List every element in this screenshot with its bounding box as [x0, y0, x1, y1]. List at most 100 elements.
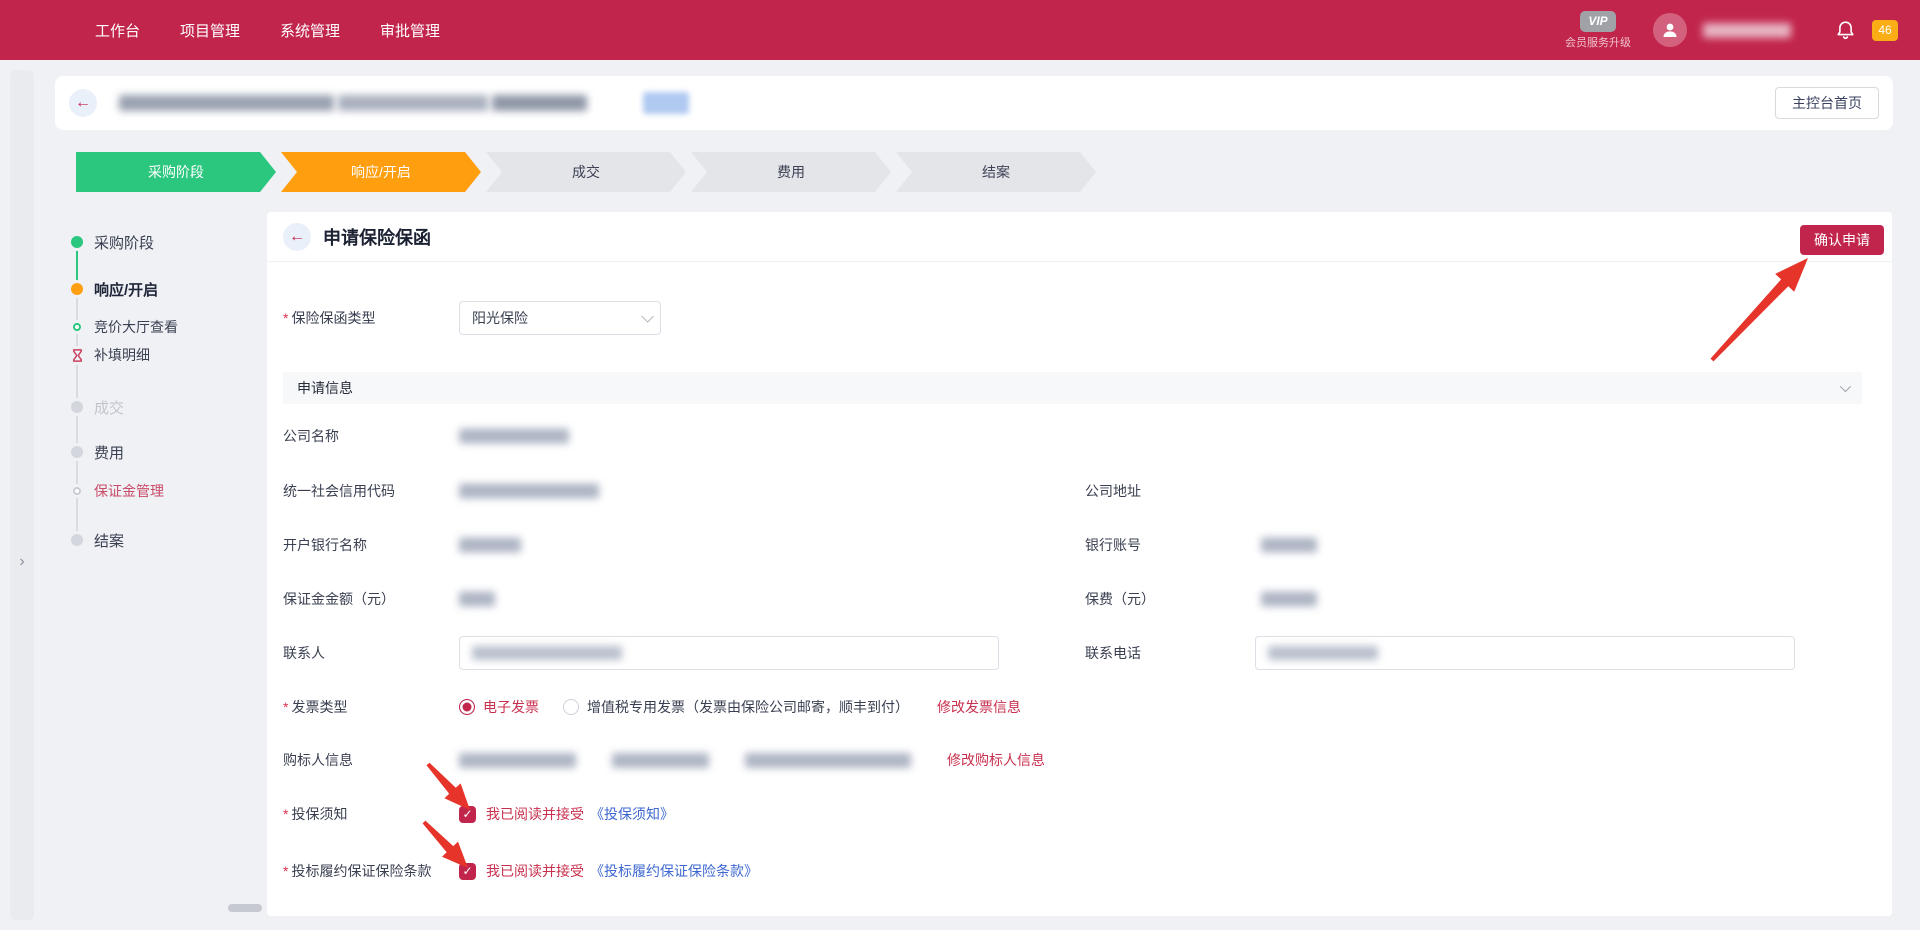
phase-step-bar: 采购阶段 响应/开启 成交 费用 结案 — [76, 152, 1101, 192]
insurance-type-label: *保险保函类型 — [283, 308, 375, 328]
insurance-notice-row: *投保须知 ✓ 我已阅读并接受 《投保须知》 — [283, 797, 1862, 831]
back-arrow-icon: ← — [75, 94, 91, 112]
sidebar-item-deposit-management[interactable]: 保证金管理 — [60, 480, 164, 502]
contact-phone-input[interactable] — [1255, 636, 1795, 670]
redacted-text-block — [119, 95, 334, 111]
hourglass-icon — [60, 348, 94, 363]
credit-code-row: 统一社会信用代码 公司地址 — [283, 474, 1862, 508]
menu-item-system-management[interactable]: 系统管理 — [280, 20, 340, 41]
check-icon: ✓ — [462, 864, 472, 878]
sidebar-item-closing[interactable]: 结案 — [60, 529, 124, 551]
step-deal[interactable]: 成交 — [486, 152, 686, 192]
radio-electronic-invoice[interactable] — [459, 699, 475, 715]
company-name-row: 公司名称 — [283, 419, 1862, 453]
sidebar-item-procurement-phase[interactable]: 采购阶段 — [60, 231, 154, 253]
page-title: 申请保险保函 — [323, 224, 431, 250]
vip-upgrade[interactable]: VIP 会员服务升级 — [1565, 11, 1631, 50]
back-button[interactable]: ← — [69, 89, 97, 117]
collapsed-panel-rail: › — [10, 70, 34, 920]
step-fees[interactable]: 费用 — [691, 152, 891, 192]
performance-terms-row: *投标履约保证保险条款 ✓ 我已阅读并接受 《投标履约保证保险条款》 — [283, 854, 1862, 888]
sidebar-item-fill-details[interactable]: 补填明细 — [60, 344, 150, 366]
insurance-notice-link[interactable]: 《投保须知》 — [590, 804, 674, 824]
card-header: ← 申请保险保函 确认申请 — [267, 212, 1892, 262]
redacted-text-block — [492, 95, 587, 111]
required-asterisk: * — [283, 310, 288, 326]
step-procurement-phase[interactable]: 采购阶段 — [76, 152, 276, 192]
terms-agree-text: 我已阅读并接受 — [486, 861, 584, 881]
terms-checkbox-checked[interactable]: ✓ — [459, 863, 476, 880]
sidebar-item-fees[interactable]: 费用 — [60, 441, 124, 463]
screen: 工作台 项目管理 系统管理 审批管理 VIP 会员服务升级 46 › ← — [0, 0, 1920, 930]
notification-count-badge: 46 — [1872, 20, 1898, 41]
console-home-button[interactable]: 主控台首页 — [1775, 87, 1879, 119]
bank-account-label: 银行账号 — [1085, 535, 1141, 555]
step-response-open[interactable]: 响应/开启 — [281, 152, 481, 192]
gray-ring-icon — [60, 487, 94, 495]
bank-name-label: 开户银行名称 — [283, 535, 367, 555]
electronic-invoice-option-label: 电子发票 — [483, 697, 539, 717]
main-menu: 工作台 项目管理 系统管理 审批管理 — [95, 20, 440, 41]
confirm-apply-button[interactable]: 确认申请 — [1800, 225, 1884, 255]
buyer-info-row: 购标人信息 修改购标人信息 — [283, 743, 1862, 777]
company-name-redacted — [459, 429, 569, 444]
premium-label: 保费（元） — [1085, 589, 1155, 609]
contact-phone-label: 联系电话 — [1085, 643, 1141, 663]
expand-panel-button[interactable]: › — [14, 550, 30, 574]
redacted-text-block — [338, 95, 488, 111]
vat-invoice-option-label: 增值税专用发票（发票由保险公司邮寄，顺丰到付） — [587, 697, 909, 717]
orange-dot-icon — [60, 283, 94, 295]
deposit-amount-label: 保证金金额（元） — [283, 589, 395, 609]
bell-icon — [1835, 19, 1856, 42]
application-info-section-header[interactable]: 申请信息 — [283, 372, 1862, 404]
insurance-type-row: *保险保函类型 阳光保险 — [283, 301, 1862, 335]
radio-vat-invoice[interactable] — [563, 699, 579, 715]
menu-item-workbench[interactable]: 工作台 — [95, 20, 140, 41]
invoice-type-label: *发票类型 — [283, 697, 347, 717]
notification-bell[interactable] — [1835, 19, 1856, 42]
notice-checkbox-checked[interactable]: ✓ — [459, 806, 476, 823]
buyer-info-redacted — [459, 753, 576, 768]
form-back-button[interactable]: ← — [283, 223, 311, 251]
horizontal-scrollbar-thumb[interactable] — [228, 904, 262, 912]
deposit-amount-row: 保证金金额（元） 保费（元） — [283, 582, 1862, 616]
section-title: 申请信息 — [297, 378, 353, 398]
insurance-notice-label: *投保须知 — [283, 804, 347, 824]
green-dot-icon — [60, 236, 94, 248]
user-avatar[interactable] — [1653, 13, 1687, 47]
required-asterisk: * — [283, 806, 288, 822]
sidebar-item-deal[interactable]: 成交 — [60, 396, 124, 418]
deposit-amount-redacted — [459, 592, 495, 607]
performance-terms-link[interactable]: 《投标履约保证保险条款》 — [590, 861, 758, 881]
contact-row: 联系人 联系电话 — [283, 636, 1862, 670]
credit-code-redacted — [459, 484, 599, 499]
vip-icon: VIP — [1580, 11, 1616, 32]
contact-label: 联系人 — [283, 643, 325, 663]
select-value: 阳光保险 — [472, 308, 528, 328]
step-closing[interactable]: 结案 — [896, 152, 1096, 192]
insurance-type-select[interactable]: 阳光保险 — [459, 301, 661, 335]
gray-dot-icon — [60, 446, 94, 458]
sidebar-item-bidding-hall[interactable]: 竞价大厅查看 — [60, 316, 178, 338]
bank-name-redacted — [459, 538, 521, 553]
sidebar-item-response-open[interactable]: 响应/开启 — [60, 278, 158, 300]
check-icon: ✓ — [462, 807, 472, 821]
bank-name-row: 开户银行名称 银行账号 — [283, 528, 1862, 562]
menu-item-approval-management[interactable]: 审批管理 — [380, 20, 440, 41]
premium-redacted — [1261, 592, 1317, 607]
gray-dot-icon — [60, 401, 94, 413]
company-address-label: 公司地址 — [1085, 481, 1141, 501]
project-header-card: ← 主控台首页 — [55, 76, 1893, 130]
menu-item-project-management[interactable]: 项目管理 — [180, 20, 240, 41]
required-asterisk: * — [283, 699, 288, 715]
buyer-info-redacted — [745, 753, 911, 768]
invoice-type-row: *发票类型 电子发票 增值税专用发票（发票由保险公司邮寄，顺丰到付） 修改发票信… — [283, 690, 1862, 724]
edit-buyer-info-link[interactable]: 修改购标人信息 — [947, 750, 1045, 770]
vip-caption: 会员服务升级 — [1565, 34, 1631, 50]
edit-invoice-info-link[interactable]: 修改发票信息 — [937, 697, 1021, 717]
buyer-info-redacted — [612, 753, 709, 768]
chevron-down-icon — [641, 310, 654, 323]
contact-input[interactable] — [459, 636, 999, 670]
contact-value-redacted — [472, 646, 622, 660]
project-title-redacted — [119, 95, 587, 111]
